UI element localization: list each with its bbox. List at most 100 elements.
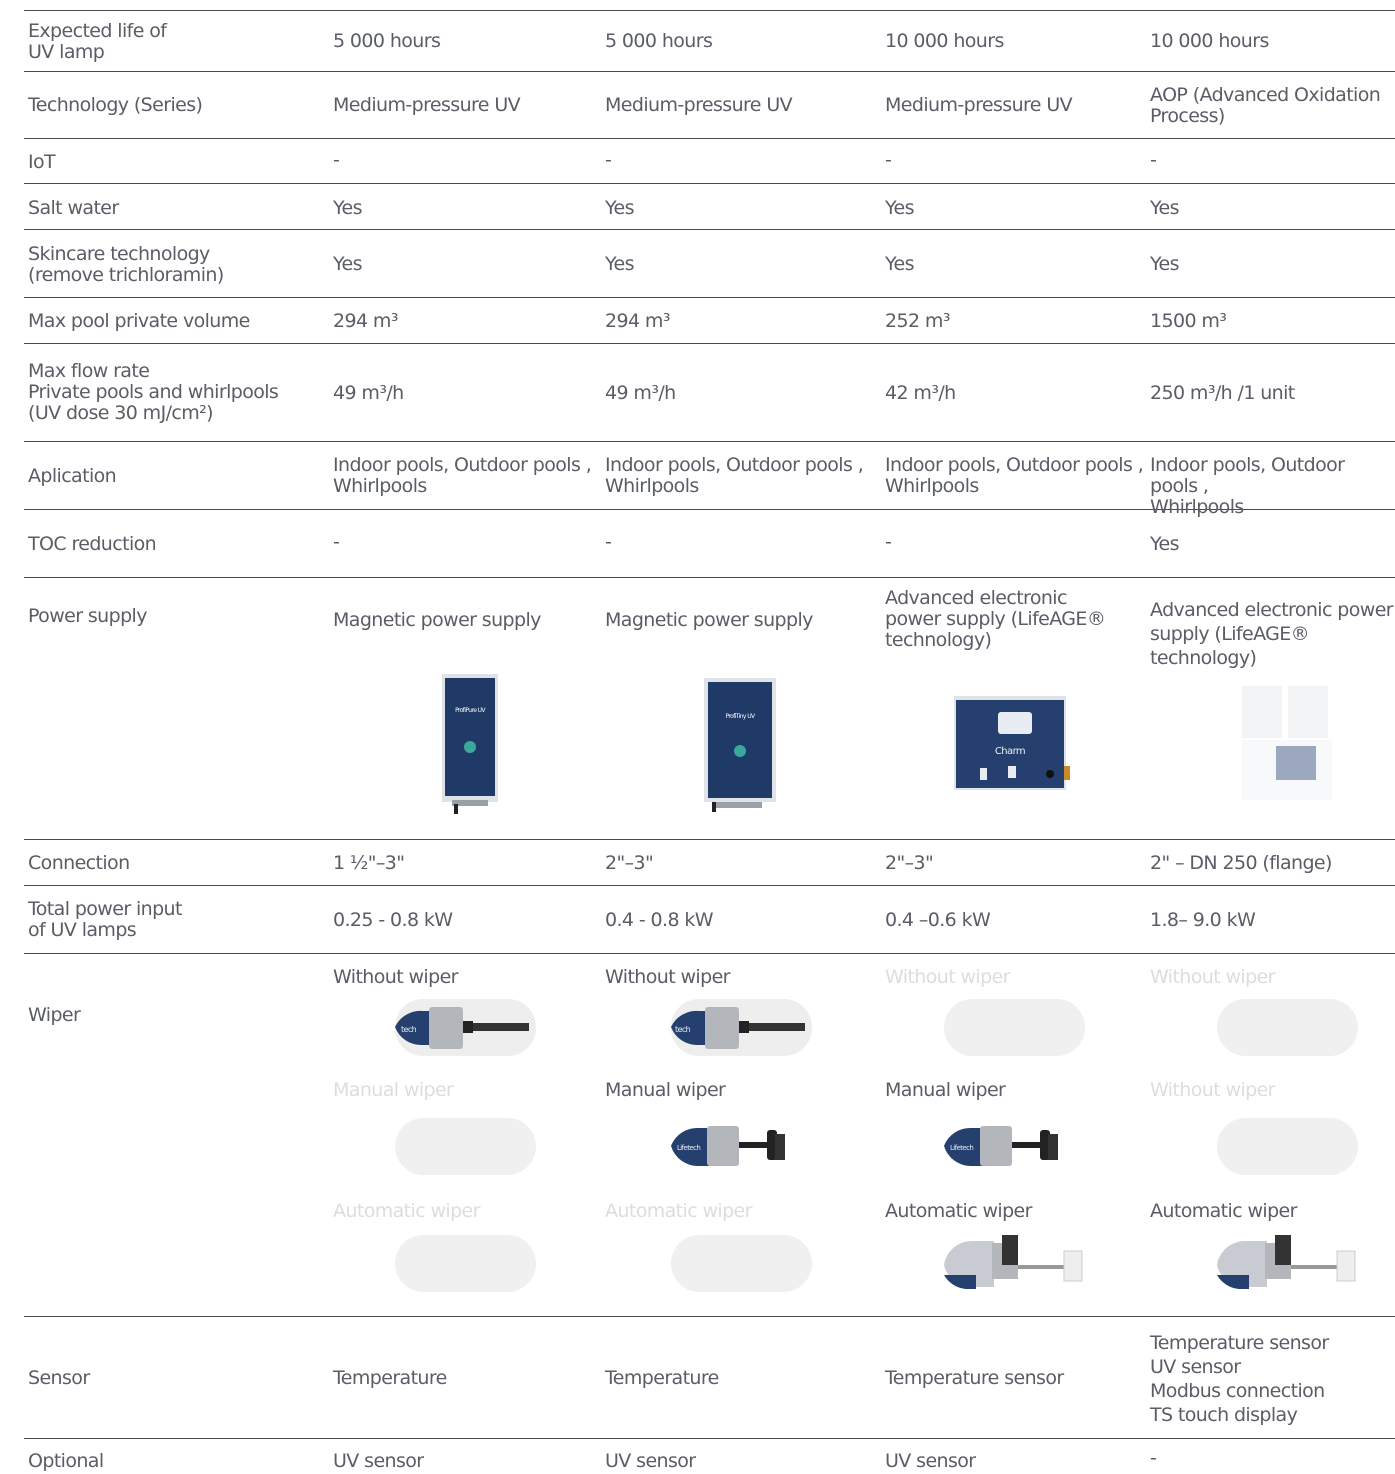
cell-flow-2: 49 m³/h: [605, 382, 676, 404]
cell-toc-2: -: [605, 531, 612, 553]
profitiny-unit-image: ProfiTiny UV: [704, 678, 776, 812]
cell-salt-2: Yes: [605, 197, 634, 219]
wiper-manual-image-3: Lifetech: [944, 1126, 1058, 1167]
wiper-mid-label-2: Manual wiper: [605, 1079, 726, 1101]
cell-lamp-life-3: 10 000 hours: [885, 30, 1004, 52]
cell-toc-4: Yes: [1150, 533, 1179, 555]
cell-flow-4: 250 m³/h /1 unit: [1150, 382, 1295, 404]
wiper-brand-2: tech: [675, 1025, 691, 1034]
row-divider: [24, 71, 1395, 72]
wiper-placeholder: [395, 1235, 536, 1292]
wiper-bot-label-2: Automatic wiper: [605, 1200, 752, 1222]
wiper-placeholder: [395, 1118, 536, 1175]
row-label-salt: Salt water: [28, 197, 119, 219]
wiper-top-label-3: Without wiper: [885, 966, 1010, 988]
cell-volume-1: 294 m³: [333, 310, 398, 332]
cell-iot-1: -: [333, 149, 340, 171]
cell-flow-3: 42 m³/h: [885, 382, 956, 404]
cell-skincare-3: Yes: [885, 253, 914, 275]
wiper-mid-label-4: Without wiper: [1150, 1079, 1275, 1101]
wiper-bot-label-3: Automatic wiper: [885, 1200, 1032, 1222]
cell-iot-4: -: [1150, 149, 1157, 171]
cell-power-4: Advanced electronic power supply (LifeAG…: [1150, 599, 1394, 669]
row-divider: [24, 297, 1395, 298]
cell-power-input-3: 0.4 –0.6 kW: [885, 909, 991, 931]
wiper-placeholder: [671, 1235, 812, 1292]
wiper-placeholder: [1217, 999, 1358, 1056]
cell-skincare-1: Yes: [333, 253, 362, 275]
row-divider: [24, 839, 1395, 840]
wiper-top-label-1: Without wiper: [333, 966, 458, 988]
cell-application-1: Indoor pools, Outdoor pools , Whirlpools: [333, 454, 592, 497]
wiper-brand-3: Lifetech: [677, 1144, 700, 1152]
cell-iot-2: -: [605, 149, 612, 171]
cell-optional-4: -: [1150, 1447, 1157, 1469]
cell-technology-2: Medium-pressure UV: [605, 94, 793, 116]
cell-power-3: Advanced electronic power supply (LifeAG…: [885, 587, 1106, 651]
cell-technology-4: AOP (Advanced Oxidation Process): [1150, 84, 1381, 127]
row-divider: [24, 1438, 1395, 1439]
cell-connection-4: 2" – DN 250 (flange): [1150, 852, 1332, 874]
row-divider: [24, 577, 1395, 578]
cell-salt-3: Yes: [885, 197, 914, 219]
cell-optional-2: UV sensor: [605, 1450, 696, 1472]
row-label-lamp-life: Expected life of UV lamp: [28, 20, 167, 63]
wiper-automatic-image-4: [1217, 1235, 1356, 1289]
wiper-without-image-2: tech: [671, 999, 812, 1056]
wiper-without-image-1: tech: [395, 999, 536, 1056]
wiper-placeholder: [944, 999, 1085, 1056]
wiper-manual-image-2: Lifetech: [671, 1126, 785, 1167]
cell-connection-3: 2"–3": [885, 852, 934, 874]
profipure-title: ProfiPure UV: [455, 707, 486, 714]
row-divider: [24, 441, 1395, 442]
cell-salt-1: Yes: [333, 197, 362, 219]
aop-unit-image: [1242, 686, 1332, 800]
wiper-mid-label-1: Manual wiper: [333, 1079, 454, 1101]
cell-skincare-4: Yes: [1150, 253, 1179, 275]
cell-flow-1: 49 m³/h: [333, 382, 404, 404]
charm-unit-image: Charm: [954, 696, 1070, 790]
row-divider: [24, 343, 1395, 344]
row-label-wiper: Wiper: [28, 1004, 81, 1026]
wiper-top-label-2: Without wiper: [605, 966, 730, 988]
cell-volume-4: 1500 m³: [1150, 310, 1227, 332]
cell-lamp-life-1: 5 000 hours: [333, 30, 441, 52]
cell-optional-3: UV sensor: [885, 1450, 976, 1472]
cell-sensor-3: Temperature sensor: [885, 1367, 1064, 1389]
cell-sensor-1: Temperature: [333, 1367, 447, 1389]
cell-sensor-2: Temperature: [605, 1367, 719, 1389]
wiper-placeholder: [1217, 1118, 1358, 1175]
row-divider: [24, 10, 1395, 11]
wiper-top-label-4: Without wiper: [1150, 966, 1275, 988]
profipure-unit-image: ProfiPure UV: [442, 674, 498, 814]
cell-volume-3: 252 m³: [885, 310, 950, 332]
cell-lamp-life-4: 10 000 hours: [1150, 30, 1269, 52]
cell-technology-3: Medium-pressure UV: [885, 94, 1073, 116]
row-divider: [24, 885, 1395, 886]
row-label-power: Power supply: [28, 605, 147, 627]
wiper-bot-label-1: Automatic wiper: [333, 1200, 480, 1222]
cell-power-input-4: 1.8– 9.0 kW: [1150, 909, 1256, 931]
cell-connection-1: 1 ½"–3": [333, 852, 405, 874]
cell-application-2: Indoor pools, Outdoor pools , Whirlpools: [605, 454, 864, 497]
row-label-flow: Max flow rate Private pools and whirlpoo…: [28, 360, 279, 424]
row-label-connection: Connection: [28, 852, 130, 874]
wiper-bot-label-4: Automatic wiper: [1150, 1200, 1297, 1222]
cell-iot-3: -: [885, 149, 892, 171]
row-label-volume: Max pool private volume: [28, 310, 250, 332]
cell-power-2: Magnetic power supply: [605, 609, 813, 631]
row-divider: [24, 138, 1395, 139]
row-label-application: Aplication: [28, 465, 117, 487]
wiper-brand-1: tech: [401, 1025, 417, 1034]
cell-application-4: Indoor pools, Outdoor pools , Whirlpools: [1150, 454, 1345, 518]
row-label-power-input: Total power input of UV lamps: [28, 898, 182, 941]
cell-power-1: Magnetic power supply: [333, 609, 541, 631]
cell-toc-3: -: [885, 531, 892, 553]
cell-lamp-life-2: 5 000 hours: [605, 30, 713, 52]
row-divider: [24, 1316, 1395, 1317]
cell-salt-4: Yes: [1150, 197, 1179, 219]
wiper-automatic-image-3: [944, 1235, 1083, 1289]
cell-toc-1: -: [333, 531, 340, 553]
cell-optional-1: UV sensor: [333, 1450, 424, 1472]
wiper-brand-4: Lifetech: [950, 1144, 973, 1152]
